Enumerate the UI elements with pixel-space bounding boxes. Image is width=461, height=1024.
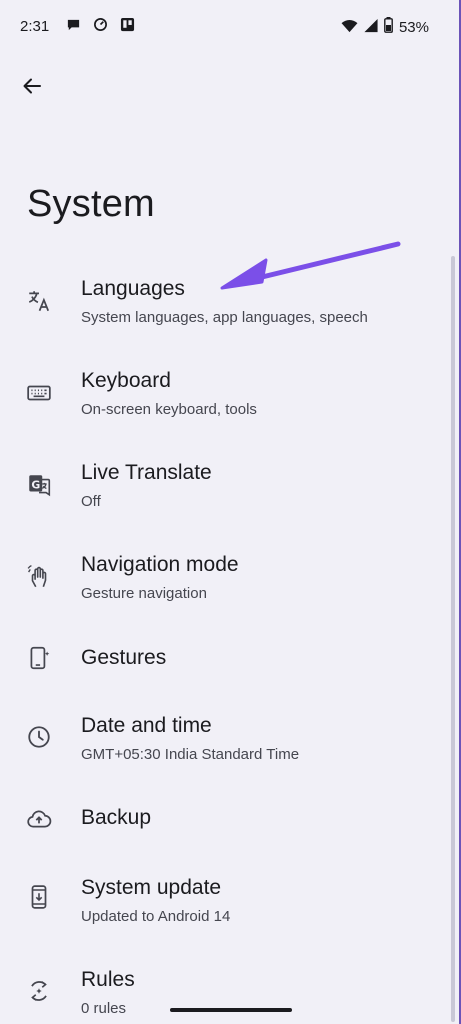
status-bar: 2:31 53%: [0, 0, 459, 56]
sync-gauge-icon: [93, 17, 108, 37]
settings-item-keyboard[interactable]: Keyboard On-screen keyboard, tools: [0, 338, 440, 430]
settings-item-title: Live Translate: [81, 461, 212, 484]
settings-item-rules[interactable]: Rules 0 rules: [0, 958, 440, 1024]
system-status-icons: 53%: [341, 17, 429, 38]
back-button[interactable]: [14, 70, 50, 106]
settings-item-subtitle: Gesture navigation: [81, 585, 207, 602]
battery-percentage: 53%: [398, 19, 429, 36]
cloud-upload-icon: [25, 805, 53, 833]
wifi-icon: [341, 18, 358, 38]
settings-item-subtitle: On-screen keyboard, tools: [81, 401, 257, 418]
notification-icons: [66, 17, 135, 37]
settings-item-subtitle: GMT+05:30 India Standard Time: [81, 746, 300, 763]
settings-item-gestures[interactable]: Gestures: [0, 614, 440, 694]
annotation-arrow: [220, 241, 401, 290]
settings-item-live-translate[interactable]: G Live Translate Off: [0, 430, 440, 522]
settings-item-backup[interactable]: Backup: [0, 786, 440, 866]
scrollbar[interactable]: [451, 256, 455, 1022]
settings-item-system-update[interactable]: System update Updated to Android 14: [0, 866, 440, 958]
settings-item-title: Keyboard: [81, 369, 171, 392]
cell-signal-icon: [364, 18, 378, 38]
settings-item-title: Date and time: [81, 714, 212, 737]
chat-bubble-icon: [66, 17, 81, 37]
settings-item-subtitle: Off: [81, 493, 101, 510]
settings-item-title: Rules: [81, 968, 135, 991]
live-translate-icon: G: [25, 471, 53, 499]
settings-item-title: Navigation mode: [81, 553, 239, 576]
gesture-hand-icon: [25, 563, 53, 591]
gesture-navigation-handle[interactable]: [170, 1008, 292, 1012]
settings-item-title: Languages: [81, 277, 185, 300]
phone-gesture-icon: [25, 644, 53, 672]
settings-item-navigation-mode[interactable]: Navigation mode Gesture navigation: [0, 522, 440, 614]
settings-item-subtitle: 0 rules: [81, 1000, 127, 1017]
arrow-left-icon: [22, 76, 42, 101]
keyboard-icon: [25, 379, 53, 407]
settings-item-title: Backup: [81, 806, 152, 829]
settings-item-subtitle: System languages, app languages, speech: [81, 309, 368, 326]
page-title: System: [27, 183, 155, 225]
status-time: 2:31: [20, 18, 50, 35]
translate-icon: [25, 287, 53, 315]
settings-item-title: System update: [81, 876, 222, 899]
settings-item-subtitle: Updated to Android 14: [81, 908, 231, 925]
settings-item-date-and-time[interactable]: Date and time GMT+05:30 India Standard T…: [0, 694, 440, 786]
trello-board-icon: [120, 17, 135, 37]
system-settings-screen: 2:31 53% System Languages System languag…: [0, 0, 461, 1024]
settings-item-title: Gestures: [81, 646, 167, 669]
rules-icon: [25, 977, 53, 1005]
system-update-icon: [25, 883, 53, 911]
clock-icon: [25, 723, 53, 751]
battery-icon: [384, 17, 393, 38]
